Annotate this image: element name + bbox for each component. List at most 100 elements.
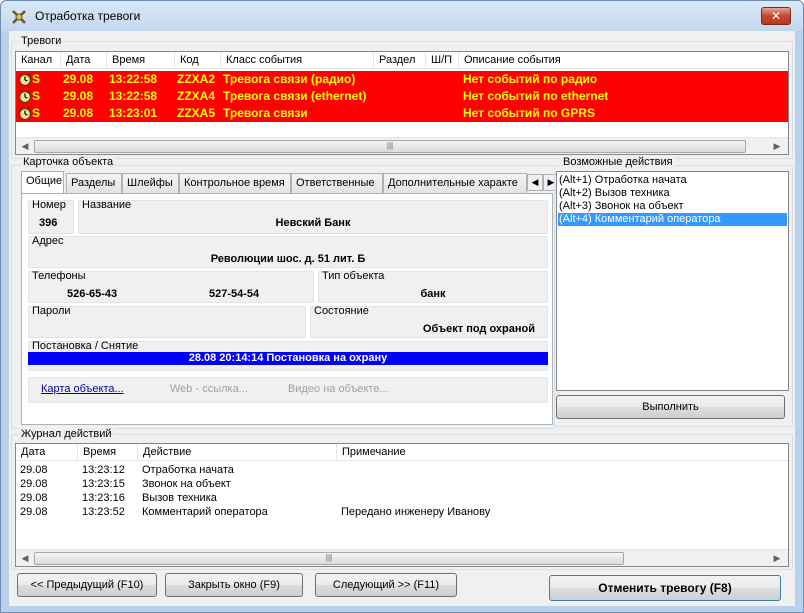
- arming-label: Постановка / Снятие: [32, 340, 139, 352]
- actions-list[interactable]: (Alt+1) Отработка начата (Alt+2) Вызов т…: [556, 171, 789, 391]
- object-type-field: Тип объекта банк: [318, 270, 548, 303]
- journal-time: 13:23:16: [82, 492, 125, 504]
- action-item[interactable]: (Alt+1) Отработка начата: [558, 174, 787, 187]
- arming-status-bar: 28.08 20:14:14 Постановка на охрану: [28, 352, 548, 365]
- col-j-note[interactable]: Примечание: [337, 444, 788, 461]
- col-j-date[interactable]: Дата: [16, 444, 78, 461]
- journal-date: 29.08: [20, 506, 48, 518]
- execute-button[interactable]: Выполнить: [556, 395, 785, 419]
- journal-action: Комментарий оператора: [142, 506, 268, 518]
- alarm-row[interactable]: S 29.08 13:22:58 ZZXA2 Тревога связи (ра…: [16, 71, 788, 88]
- alarms-hscrollbar[interactable]: ◀ ||| ▶: [16, 137, 788, 154]
- scroll-right-icon[interactable]: ▶: [770, 552, 784, 565]
- col-description[interactable]: Описание события: [459, 52, 788, 69]
- col-date[interactable]: Дата: [61, 52, 107, 69]
- alarm-clock-icon: [18, 106, 32, 121]
- action-item-selected[interactable]: (Alt+4) Комментарий оператора: [558, 213, 787, 226]
- name-value: Невский Банк: [275, 217, 351, 229]
- col-time[interactable]: Время: [107, 52, 175, 69]
- video-link[interactable]: Видео на объекте...: [288, 383, 389, 395]
- alarm-clock-icon: [18, 72, 32, 87]
- action-item[interactable]: (Alt+2) Вызов техника: [558, 187, 787, 200]
- tab-additional[interactable]: Дополнительные характе: [383, 173, 527, 193]
- tab-general[interactable]: Общие: [21, 171, 64, 194]
- tab-control-time[interactable]: Контрольное время: [179, 173, 291, 193]
- phones-field: Телефоны 526-65-43 527-54-54: [28, 270, 314, 303]
- alarm-channel: S: [32, 106, 41, 120]
- action-item[interactable]: (Alt+3) Звонок на объект: [558, 200, 787, 213]
- journal-row[interactable]: 29.08 13:23:16 Вызов техника: [16, 491, 786, 505]
- alarm-code: ZZXA4: [177, 89, 216, 103]
- alarm-channel: S: [32, 89, 41, 103]
- close-window-footer-button[interactable]: Закрыть окно (F9): [165, 573, 303, 597]
- alarms-scroll-thumb[interactable]: |||: [34, 140, 746, 153]
- journal-row[interactable]: 29.08 13:23:52 Комментарий оператора Пер…: [16, 505, 786, 519]
- scroll-left-icon[interactable]: ◀: [18, 140, 32, 153]
- alarms-list[interactable]: Канал Дата Время Код Класс события Разде…: [15, 51, 789, 155]
- journal-row[interactable]: 29.08 13:23:12 Отработка начата: [16, 463, 786, 477]
- alarm-time: 13:22:58: [109, 72, 158, 86]
- alarm-clock-icon: [18, 89, 32, 104]
- tab-sections[interactable]: Разделы: [66, 173, 122, 193]
- cancel-alarm-button[interactable]: Отменить тревогу (F8): [549, 575, 781, 601]
- title-bar[interactable]: Отработка тревоги ✕: [1, 1, 803, 31]
- col-sp[interactable]: Ш/П: [426, 52, 459, 69]
- state-value: Объект под охраной: [422, 323, 535, 335]
- alarms-group-label: Тревоги: [19, 35, 64, 47]
- journal-hscrollbar[interactable]: ◀ ||| ▶: [16, 549, 788, 566]
- journal-note: Передано инженеру Иванову: [341, 506, 491, 518]
- address-label: Адрес: [32, 235, 64, 247]
- tab-loops[interactable]: Шлейфы: [122, 173, 179, 193]
- phones-label: Телефоны: [32, 270, 86, 282]
- address-value: Революции шос. д. 51 лит. Б: [210, 253, 366, 265]
- journal-time: 13:23:12: [82, 464, 125, 476]
- phone-2-value: 527-54-54: [209, 288, 260, 300]
- web-link[interactable]: Web - ссылка...: [170, 383, 248, 395]
- alarm-time: 13:23:01: [109, 106, 158, 120]
- alarm-event-class: Тревога связи: [223, 106, 308, 120]
- client-area: Тревоги Канал Дата Время Код Класс событ…: [9, 31, 795, 606]
- scroll-left-icon[interactable]: ◀: [18, 552, 32, 565]
- number-value: 396: [39, 217, 58, 229]
- journal-list[interactable]: Дата Время Действие Примечание 29.08 13:…: [15, 443, 789, 567]
- links-panel: Карта объекта... Web - ссылка... Видео н…: [28, 377, 548, 403]
- close-window-button[interactable]: ✕: [761, 7, 791, 25]
- journal-action: Звонок на объект: [142, 478, 231, 490]
- previous-button[interactable]: << Предыдущий (F10): [17, 573, 157, 597]
- journal-action: Вызов техника: [142, 492, 217, 504]
- phone-1-value: 526-65-43: [67, 288, 118, 300]
- journal-row[interactable]: 29.08 13:23:15 Звонок на объект: [16, 477, 786, 491]
- tab-responsible[interactable]: Ответственные: [291, 173, 383, 193]
- scroll-right-icon[interactable]: ▶: [770, 140, 784, 153]
- alarm-date: 29.08: [63, 72, 94, 86]
- journal-scroll-thumb[interactable]: |||: [34, 552, 624, 565]
- col-section[interactable]: Раздел: [374, 52, 426, 69]
- col-j-action[interactable]: Действие: [138, 444, 337, 461]
- alarm-window: Отработка тревоги ✕ Тревоги Канал Дата В…: [0, 0, 804, 613]
- journal-date: 29.08: [20, 492, 48, 504]
- next-button[interactable]: Следующий >> (F11): [315, 573, 457, 597]
- journal-action: Отработка начата: [142, 464, 234, 476]
- object-type-value: банк: [420, 288, 446, 300]
- col-event-class[interactable]: Класс события: [221, 52, 374, 69]
- alarm-date: 29.08: [63, 106, 94, 120]
- journal-time: 13:23:52: [82, 506, 125, 518]
- col-channel[interactable]: Канал: [16, 52, 61, 69]
- alarm-code: ZZXA2: [177, 72, 216, 86]
- tab-general-page: Номер 396 Название Невский Банк Адрес Ре…: [21, 193, 553, 425]
- alarm-description: Нет событий по радио: [463, 72, 598, 86]
- name-field: Название Невский Банк: [78, 199, 548, 234]
- col-j-time[interactable]: Время: [78, 444, 138, 461]
- alarm-description: Нет событий по GPRS: [463, 106, 595, 120]
- alarm-description: Нет событий по ethernet: [463, 89, 609, 103]
- alarm-row[interactable]: S 29.08 13:22:58 ZZXA4 Тревога связи (et…: [16, 88, 788, 105]
- passwords-field: Пароли: [28, 305, 306, 338]
- number-field: Номер 396: [28, 199, 74, 234]
- tab-scroll-left-icon[interactable]: ◀: [527, 174, 543, 191]
- alarm-row[interactable]: S 29.08 13:23:01 ZZXA5 Тревога связи Нет…: [16, 105, 788, 122]
- alarm-event-class: Тревога связи (радио): [223, 72, 356, 86]
- card-group-label: Карточка объекта: [21, 156, 116, 168]
- col-code[interactable]: Код: [175, 52, 221, 69]
- object-map-link[interactable]: Карта объекта...: [41, 383, 124, 395]
- name-label: Название: [82, 199, 132, 211]
